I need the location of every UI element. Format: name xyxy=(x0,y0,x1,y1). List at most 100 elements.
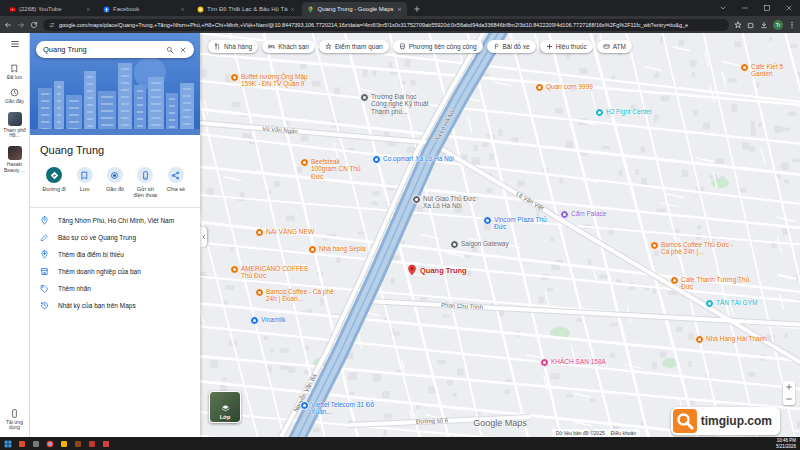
close-tab-icon[interactable] xyxy=(290,7,295,12)
clear-x-icon[interactable] xyxy=(179,46,187,54)
back-arrow-icon[interactable] xyxy=(4,21,12,29)
divider xyxy=(30,207,200,208)
close-window-icon[interactable] xyxy=(778,0,800,16)
map-place[interactable]: Bamos Coffee Thủ Đức - Cà phê 24h |... xyxy=(650,241,743,256)
action-button[interactable]: Gửi tới điện thoại xyxy=(131,167,159,199)
map-place[interactable]: TÂN TÀI GYM xyxy=(705,299,757,308)
map-place[interactable]: Bamos Coffee - Cà phê 24h | Đoàn... xyxy=(255,288,342,303)
browser-window: (2268) YouTubeFacebookTìm Đồ Thất Lạc & … xyxy=(0,0,800,450)
watermark: timgiup.com xyxy=(671,407,780,435)
downloads-icon[interactable] xyxy=(760,21,768,29)
place-label: Cafe Kiết 5 Garden xyxy=(751,63,800,78)
detail-row[interactable]: Nhật ký của bạn trên Maps xyxy=(40,297,190,314)
map-place[interactable]: H2 Fight Center xyxy=(595,108,652,117)
detail-row[interactable]: Thêm doanh nghiệp của bạn xyxy=(40,263,190,280)
rail-item[interactable]: Hasaki Beauty ... xyxy=(0,146,30,174)
close-tab-icon[interactable] xyxy=(86,7,91,12)
selected-pin[interactable]: Quang Trung xyxy=(406,261,467,279)
hamburger-menu-icon[interactable] xyxy=(10,39,20,49)
reload-icon[interactable] xyxy=(30,21,38,29)
action-button[interactable]: Gần đó xyxy=(101,167,129,199)
url-field[interactable]: google.com/maps/place/Quang+Trung,+Tăng+… xyxy=(43,19,729,31)
footer-link[interactable]: Dữ liệu bản đồ ©2025 xyxy=(556,430,605,436)
category-chip[interactable]: Điểm tham quan xyxy=(319,40,389,53)
close-tab-icon[interactable] xyxy=(397,7,402,12)
map-place[interactable]: Cẩm Palace xyxy=(560,210,606,219)
zoom-in-plus-icon[interactable] xyxy=(783,381,795,393)
map-place[interactable]: Viettel Telecom 31 Đỗ Xuân... xyxy=(300,401,383,416)
place-marker-icon xyxy=(230,73,239,82)
map-place[interactable]: Nhà hàng Sepia xyxy=(308,245,366,254)
rail-item[interactable]: Gần đây xyxy=(0,88,30,105)
place-label: NAI VÀNG NEW xyxy=(266,228,314,235)
action-button[interactable]: Lưu xyxy=(70,167,98,199)
place-marker-icon xyxy=(695,335,704,344)
category-chip[interactable]: ATM xyxy=(597,40,632,53)
map-place[interactable]: Saigon Gateway xyxy=(450,240,509,249)
detail-row[interactable]: Báo sự cố về Quang Trung xyxy=(40,229,190,246)
map-place[interactable]: KHÁCH SẠN 158A xyxy=(540,358,606,367)
detail-row[interactable]: Thêm nhãn xyxy=(40,280,190,297)
category-chip[interactable]: Bãi đỗ xe xyxy=(487,40,536,53)
chip-label: Nhà hàng xyxy=(224,43,252,50)
browser-tab[interactable]: Tìm Đồ Thất Lạc & Bảo Hộ Tà xyxy=(192,2,300,16)
chip-label: Bãi đỗ xe xyxy=(503,43,530,50)
action-button[interactable]: Chia sẻ xyxy=(162,167,190,199)
action-button[interactable]: Đường đi xyxy=(40,167,68,199)
map-place[interactable]: NAI VÀNG NEW xyxy=(255,228,314,237)
detail-row[interactable]: Thêm địa điểm bị thiếu xyxy=(40,246,190,263)
taskbar: 10:46 PM5/21/2026 xyxy=(0,437,800,450)
category-chip[interactable]: Hiệu thuốc xyxy=(540,40,593,53)
map-view[interactable]: Xa Lộ Hà NộiLê Văn ViệtVõ Văn NgânPhan C… xyxy=(200,33,800,437)
map-place[interactable]: Beefsteak 100gram CN Thủ Đức xyxy=(300,158,367,180)
rail-item[interactable]: Đã lưu xyxy=(0,64,30,81)
maximize-icon[interactable] xyxy=(756,0,778,16)
map-place[interactable]: Cafe Kiết 5 Garden xyxy=(740,63,800,78)
rail-label: Tham phố Hồ... xyxy=(0,128,30,140)
map-place[interactable]: Nhà Hàng Hải Thành xyxy=(695,335,767,344)
site-favicon-icon xyxy=(197,6,204,13)
watermark-text: timgiup.com xyxy=(701,414,772,428)
bookmark-star-icon[interactable] xyxy=(734,21,742,29)
map-place[interactable]: Vinamilk xyxy=(250,316,285,325)
profile-avatar[interactable]: Tr xyxy=(773,20,783,30)
browser-tab[interactable]: Facebook xyxy=(98,2,190,16)
map-place[interactable]: Nút Giao Thủ Đức Xa Lộ Hà Nội xyxy=(412,195,481,210)
forward-arrow-icon[interactable] xyxy=(17,21,25,29)
map-place[interactable]: Quán cơm 9999 xyxy=(535,83,593,92)
browser-tab[interactable]: (2268) YouTube xyxy=(4,2,96,16)
get-app[interactable]: Tải ứng dụng xyxy=(0,409,30,432)
minimize-icon[interactable] xyxy=(734,0,756,16)
category-chip[interactable]: Phương tiện công cộng xyxy=(393,40,483,53)
chip-label: Phương tiện công cộng xyxy=(409,43,477,50)
layers-icon xyxy=(221,404,230,413)
zoom-controls xyxy=(783,381,795,405)
browser-tab[interactable]: Quang Trung - Google Maps xyxy=(302,2,406,16)
collapse-panel[interactable] xyxy=(200,227,207,247)
zoom-out-minus-icon[interactable] xyxy=(783,393,795,405)
map-place[interactable]: Buffet nướng Ông Mập 159K - ĐN TV Quận 9 xyxy=(230,73,313,88)
search-box[interactable]: Quang Trung xyxy=(36,41,194,58)
map-place[interactable]: Vincom Plaza Thủ Đức xyxy=(483,216,556,231)
category-chip[interactable]: Nhà hàng xyxy=(208,40,258,53)
extensions-puzzle-icon[interactable] xyxy=(747,21,755,29)
tab-search-chevron-icon[interactable] xyxy=(712,0,734,16)
layers-button[interactable]: Lớp xyxy=(209,391,241,423)
rail-item[interactable]: Tham phố Hồ... xyxy=(0,112,30,140)
close-tab-icon[interactable] xyxy=(180,7,185,12)
search-magnifier-icon[interactable] xyxy=(166,46,174,54)
action-label: Lưu xyxy=(80,186,90,192)
detail-row[interactable]: Tăng Nhơn Phú, Hồ Chí Minh, Việt Nam xyxy=(40,212,190,229)
atm-icon xyxy=(603,43,610,50)
place-label: TÂN TÀI GYM xyxy=(716,299,757,306)
place-marker-icon xyxy=(450,240,459,249)
new-tab-plus-icon[interactable] xyxy=(413,5,421,13)
chrome-menu-icon[interactable] xyxy=(788,21,796,29)
attraction-icon xyxy=(325,43,332,50)
map-place[interactable]: Co.opmart Xa Lộ Hà Nội xyxy=(372,155,454,164)
category-chip[interactable]: Khách sạn xyxy=(262,40,315,53)
footer-link[interactable]: Điều khoản xyxy=(611,430,636,436)
map-place[interactable]: AMERICANO COFFEE Thủ Đức xyxy=(230,265,311,280)
map-place[interactable]: Trường Đại học Công nghệ Kỹ thuật Thành … xyxy=(360,93,433,115)
map-place[interactable]: Cafe Thanh Tường Thủ Đức xyxy=(670,276,753,291)
